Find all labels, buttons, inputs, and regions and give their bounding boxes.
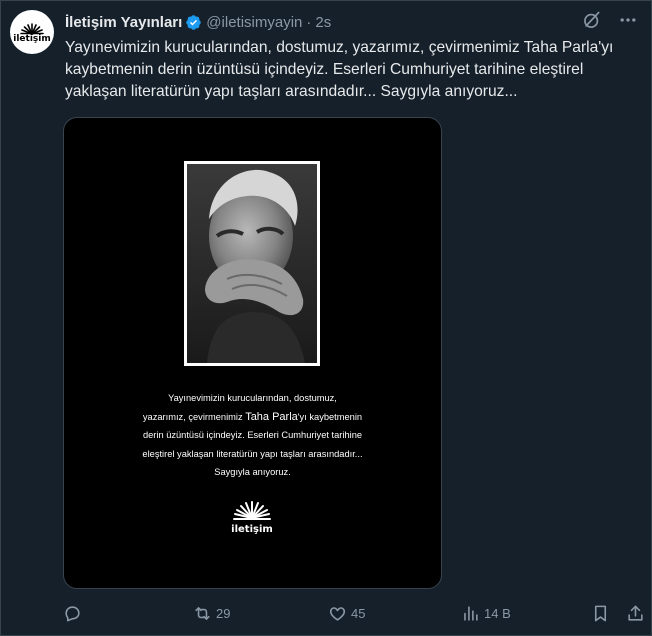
avatar-label: iletişim (13, 33, 51, 44)
sun-logo-icon (20, 22, 44, 35)
bookmark-button[interactable] (591, 601, 610, 625)
retweet-icon (195, 606, 210, 620)
caption-text: yazarımız, çevirmenimiz (142, 411, 246, 422)
tweet-actions: 29 45 14 B (1, 601, 652, 625)
caption-line: Saygıyla anıyoruz. (214, 467, 291, 478)
caption-line: eleştirel yaklaşan literatürün yapı taşl… (142, 448, 363, 459)
views-count: 14 B (484, 605, 511, 621)
publisher-logo: iletişim (224, 499, 280, 535)
tweet-text: Yayınevimizin kurucularından, dostumuz, … (65, 39, 614, 100)
caption-line: Yayınevimizin kurucularından, dostumuz, (168, 393, 337, 403)
tweet-header: İletişim Yayınları @iletisimyayin · 2s (65, 11, 331, 33)
share-button[interactable] (626, 601, 645, 625)
verified-badge-icon[interactable] (185, 14, 202, 31)
bookmark-icon (594, 605, 607, 621)
caption-text: 'yı kaybetmenin (297, 411, 363, 422)
tweet-media[interactable]: Yayınevimizin kurucularından, dostumuz, … (63, 117, 442, 589)
tweet-top-actions (581, 9, 639, 31)
share-icon (628, 605, 643, 621)
caption-line: derin üzüntüsü içindeyiz. Eserleri Cumhu… (142, 430, 363, 441)
grok-icon[interactable] (581, 9, 603, 31)
media-caption: Yayınevimizin kurucularından, dostumuz, … (82, 389, 423, 482)
like-button[interactable]: 45 (328, 601, 365, 625)
retweet-count: 29 (216, 605, 231, 621)
separator: · (306, 13, 312, 31)
logo-label: iletişim (231, 524, 273, 535)
caption-highlight-name: Taha Parla (245, 410, 298, 423)
heart-icon (329, 606, 346, 621)
author-display-name[interactable]: İletişim Yayınları (65, 14, 182, 31)
reply-icon (65, 605, 80, 621)
portrait-photo (184, 161, 320, 366)
author-handle[interactable]: @iletisimyayin (206, 14, 302, 31)
caption-line: yazarımız, çevirmenimiz Taha Parla'yı ka… (82, 408, 423, 427)
reply-button[interactable] (63, 601, 86, 625)
sun-logo-icon (233, 501, 271, 520)
views-button[interactable]: 14 B (461, 601, 511, 625)
like-count: 45 (351, 605, 366, 621)
more-icon[interactable] (617, 9, 639, 31)
avatar[interactable]: iletişim (10, 10, 54, 54)
views-icon (464, 605, 478, 621)
timestamp[interactable]: 2s (315, 14, 331, 31)
retweet-button[interactable]: 29 (193, 601, 230, 625)
tweet-card[interactable]: iletişim İletişim Yayınları @iletisimyay… (0, 0, 652, 636)
